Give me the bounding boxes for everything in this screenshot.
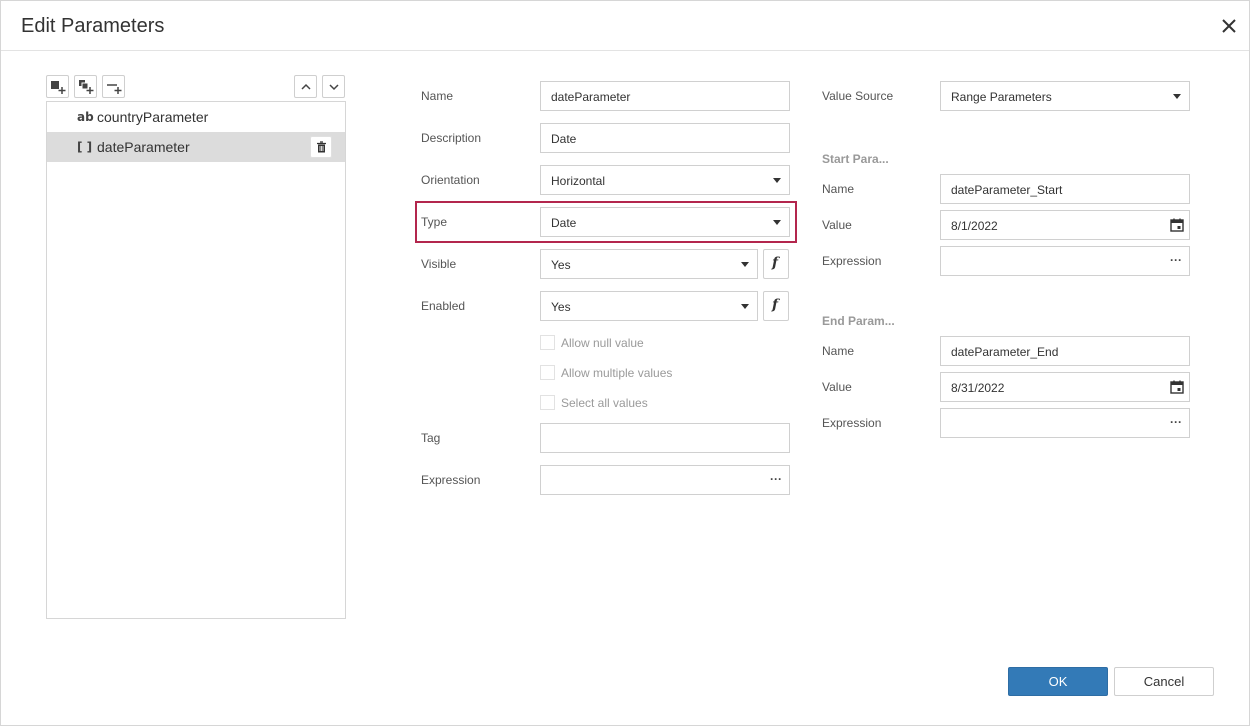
visible-expression-button[interactable]: f xyxy=(763,249,789,279)
end-name-input[interactable]: dateParameter_End xyxy=(940,336,1190,366)
dropdown-caret-icon xyxy=(741,262,749,267)
function-icon: f xyxy=(772,255,779,271)
end-section-title: End Param... xyxy=(822,314,895,328)
end-expression-label: Expression xyxy=(822,416,882,430)
start-section-title: Start Para... xyxy=(822,152,889,166)
dropdown-caret-icon xyxy=(773,220,781,225)
edit-parameters-dialog: Edit Parameters ab countryParameter [ ] … xyxy=(0,0,1250,726)
end-value-label: Value xyxy=(822,380,852,394)
trash-icon[interactable] xyxy=(310,136,332,158)
allow-multiple-label: Allow multiple values xyxy=(561,366,673,380)
ellipsis-icon[interactable]: ··· xyxy=(1170,253,1182,267)
end-expression-input[interactable]: ··· xyxy=(940,408,1190,438)
expression-input[interactable]: ··· xyxy=(540,465,790,495)
value-source-label: Value Source xyxy=(822,89,894,103)
description-input[interactable]: Date xyxy=(540,123,790,153)
enabled-expression-button[interactable]: f xyxy=(763,291,789,321)
enabled-label: Enabled xyxy=(421,299,466,313)
cancel-button[interactable]: Cancel xyxy=(1114,667,1214,696)
start-date-input[interactable]: 8/1/2022 xyxy=(940,210,1190,240)
start-value-label: Value xyxy=(822,218,852,232)
dialog-header: Edit Parameters xyxy=(1,1,1249,51)
start-name-label: Name xyxy=(822,182,855,196)
dropdown-caret-icon xyxy=(741,304,749,309)
add-separator-icon[interactable] xyxy=(102,75,125,98)
start-name-input[interactable]: dateParameter_Start xyxy=(940,174,1190,204)
expression-label: Expression xyxy=(421,473,481,487)
name-label: Name xyxy=(421,89,454,103)
calendar-icon[interactable] xyxy=(1170,218,1184,235)
ok-button[interactable]: OK xyxy=(1008,667,1108,696)
parameter-label: countryParameter xyxy=(97,109,209,125)
parameter-item-country[interactable]: ab countryParameter xyxy=(47,102,345,132)
type-select[interactable]: Date xyxy=(540,207,790,237)
start-expression-input[interactable]: ··· xyxy=(940,246,1190,276)
add-parameter-icon[interactable] xyxy=(46,75,69,98)
function-icon: f xyxy=(772,297,779,313)
calendar-icon[interactable] xyxy=(1170,380,1184,397)
visible-label: Visible xyxy=(421,257,457,271)
start-expression-label: Expression xyxy=(822,254,882,268)
string-type-icon: ab xyxy=(77,110,94,124)
close-icon[interactable] xyxy=(1218,15,1240,37)
orientation-select[interactable]: Horizontal xyxy=(540,165,790,195)
name-input[interactable]: dateParameter xyxy=(540,81,790,111)
date-type-icon: [ ] xyxy=(77,140,93,154)
visible-select[interactable]: Yes xyxy=(540,249,758,279)
orientation-label: Orientation xyxy=(421,173,480,187)
value-source-select[interactable]: Range Parameters xyxy=(940,81,1190,111)
dialog-title: Edit Parameters xyxy=(21,15,165,37)
end-name-label: Name xyxy=(822,344,855,358)
add-group-icon[interactable] xyxy=(74,75,97,98)
enabled-select[interactable]: Yes xyxy=(540,291,758,321)
tag-label: Tag xyxy=(421,431,441,445)
dropdown-caret-icon xyxy=(1173,94,1181,99)
ellipsis-icon[interactable]: ··· xyxy=(1170,415,1182,429)
allow-null-label: Allow null value xyxy=(561,336,644,350)
ellipsis-icon[interactable]: ··· xyxy=(770,472,782,486)
end-date-input[interactable]: 8/31/2022 xyxy=(940,372,1190,402)
chevron-down-icon[interactable] xyxy=(322,75,345,98)
parameter-label: dateParameter xyxy=(97,139,190,155)
allow-null-checkbox[interactable] xyxy=(540,335,555,350)
parameter-item-date[interactable]: [ ] dateParameter xyxy=(47,132,345,162)
allow-multiple-checkbox[interactable] xyxy=(540,365,555,380)
select-all-label: Select all values xyxy=(561,396,648,410)
select-all-checkbox[interactable] xyxy=(540,395,555,410)
type-label: Type xyxy=(421,215,448,229)
chevron-up-icon[interactable] xyxy=(294,75,317,98)
tag-input[interactable] xyxy=(540,423,790,453)
dropdown-caret-icon xyxy=(773,178,781,183)
parameter-list: ab countryParameter [ ] dateParameter xyxy=(46,101,346,619)
description-label: Description xyxy=(421,131,482,145)
